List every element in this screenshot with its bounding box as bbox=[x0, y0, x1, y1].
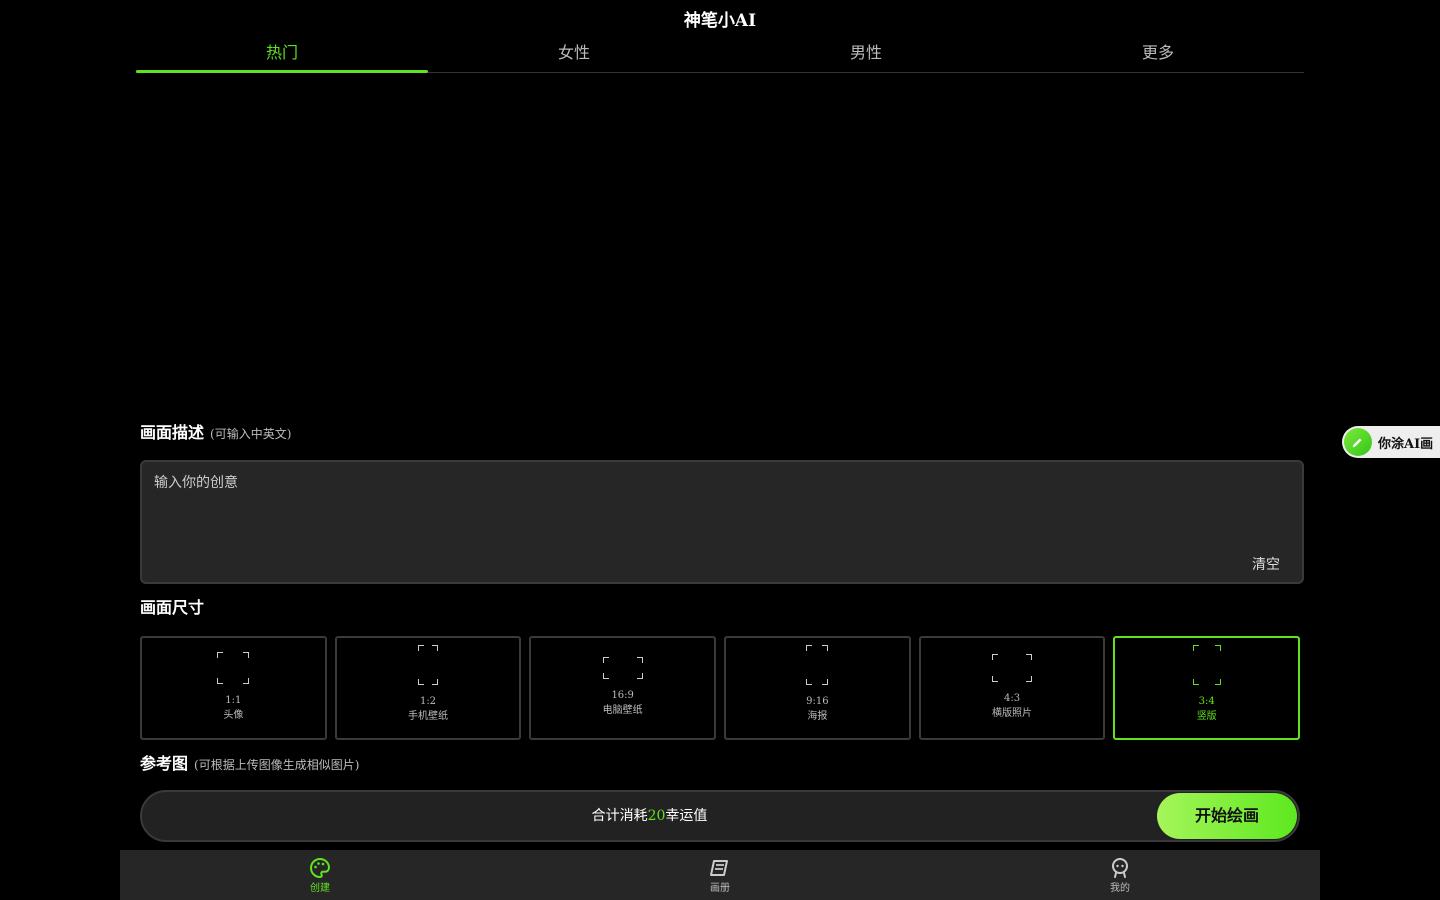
pencil-icon bbox=[1344, 428, 1372, 456]
size-ratio: 1:1 bbox=[225, 695, 242, 706]
size-option-1-2[interactable]: 1:2 手机壁纸 bbox=[334, 636, 522, 740]
reference-section-title: 参考图 (可根据上传图像生成相似图片) bbox=[140, 753, 359, 776]
profile-icon bbox=[1112, 858, 1128, 878]
album-icon bbox=[710, 860, 728, 876]
size-option-4-3[interactable]: 4:3 横版照片 bbox=[918, 636, 1106, 740]
clear-button[interactable]: 清空 bbox=[1252, 554, 1280, 574]
size-ratio: 16:9 bbox=[611, 690, 634, 701]
nav-album-label: 画册 bbox=[710, 883, 730, 894]
bottom-nav: 创建 画册 我的 bbox=[120, 850, 1320, 900]
size-label: 横版照片 bbox=[992, 708, 1033, 719]
aspect-frame-icon bbox=[1192, 645, 1221, 685]
size-label: 海报 bbox=[807, 711, 828, 722]
tab-more[interactable]: 更多 bbox=[1012, 40, 1304, 72]
reference-hint: (可根据上传图像生成相似图片) bbox=[194, 758, 360, 772]
nav-album[interactable]: 画册 bbox=[520, 850, 920, 900]
app-title: 神笔小AI bbox=[683, 11, 757, 31]
size-option-3-4[interactable]: 3:4 竖版 bbox=[1113, 636, 1301, 740]
tab-hot[interactable]: 热门 bbox=[136, 40, 428, 73]
description-box: 清空 bbox=[140, 460, 1304, 584]
reference-title: 参考图 bbox=[140, 754, 189, 773]
description-title: 画面描述 bbox=[140, 423, 205, 442]
description-hint: (可输入中英文) bbox=[210, 427, 292, 441]
category-tabs: 热门 女性 男性 更多 bbox=[136, 40, 1304, 73]
aspect-frame-icon bbox=[806, 645, 829, 685]
size-label: 电脑壁纸 bbox=[602, 705, 643, 716]
size-option-16-9[interactable]: 16:9 电脑壁纸 bbox=[529, 636, 717, 740]
size-section-title: 画面尺寸 bbox=[140, 598, 205, 617]
size-label: 头像 bbox=[223, 710, 244, 721]
size-options: 1:1 头像 1:2 手机壁纸 16:9 电脑壁纸 9:16 海报 4:3 横版… bbox=[140, 636, 1301, 740]
aspect-frame-icon bbox=[992, 654, 1033, 682]
nav-create[interactable]: 创建 bbox=[120, 850, 520, 900]
size-ratio: 4:3 bbox=[1003, 693, 1021, 704]
cost-summary: 合计消耗20幸运值 bbox=[142, 792, 1157, 840]
cost-prefix: 合计消耗 bbox=[591, 808, 648, 824]
floating-doodle-badge[interactable]: 你涂AI画 bbox=[1342, 426, 1440, 458]
floating-badge-label: 你涂AI画 bbox=[1378, 436, 1434, 452]
size-label: 手机壁纸 bbox=[408, 711, 448, 722]
nav-create-label: 创建 bbox=[310, 883, 330, 894]
size-ratio: 1:2 bbox=[419, 696, 437, 707]
description-input[interactable] bbox=[152, 470, 1236, 544]
tab-male[interactable]: 男性 bbox=[720, 40, 1012, 72]
size-option-9-16[interactable]: 9:16 海报 bbox=[724, 636, 911, 740]
tab-female[interactable]: 女性 bbox=[428, 40, 720, 72]
size-ratio: 9:16 bbox=[806, 696, 829, 707]
cost-suffix: 幸运值 bbox=[665, 808, 708, 824]
aspect-frame-icon bbox=[602, 657, 643, 679]
palette-icon bbox=[310, 857, 331, 879]
aspect-frame-icon bbox=[217, 652, 250, 684]
size-label: 竖版 bbox=[1196, 711, 1217, 722]
nav-profile[interactable]: 我的 bbox=[920, 850, 1320, 900]
size-ratio: 3:4 bbox=[1198, 696, 1215, 707]
cost-amount: 20 bbox=[647, 808, 666, 824]
start-drawing-button[interactable]: 开始绘画 bbox=[1157, 793, 1297, 839]
nav-profile-label: 我的 bbox=[1110, 883, 1130, 894]
cost-bar: 合计消耗20幸运值 开始绘画 bbox=[140, 790, 1300, 842]
size-option-1-1[interactable]: 1:1 头像 bbox=[140, 636, 327, 740]
description-section-title: 画面描述 (可输入中英文) bbox=[140, 422, 291, 445]
aspect-frame-icon bbox=[418, 645, 438, 685]
